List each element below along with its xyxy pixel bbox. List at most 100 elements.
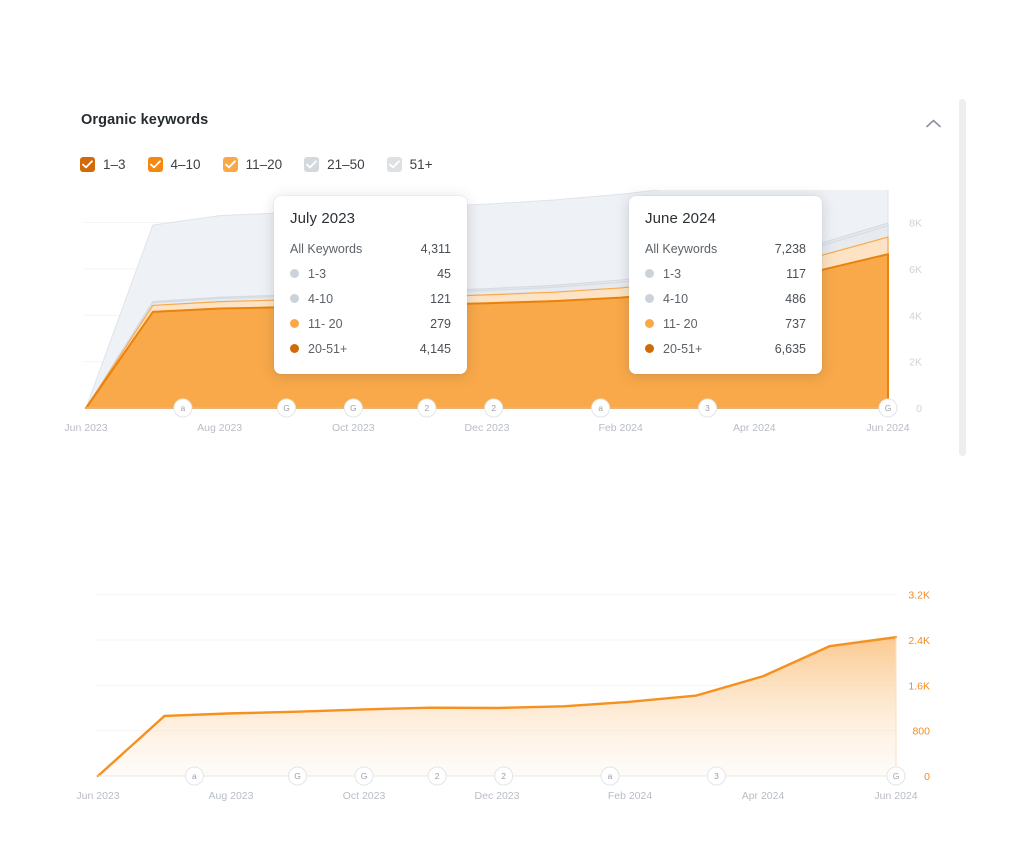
algo-update-marker[interactable]: G <box>343 398 363 418</box>
marker-label: a <box>192 771 197 781</box>
y-tick-label: 0 <box>924 771 930 783</box>
algo-update-marker[interactable]: a <box>591 398 611 418</box>
tooltip-series-value: 117 <box>786 266 806 281</box>
x-tick-label: Apr 2024 <box>742 790 785 802</box>
legend-label: 1–3 <box>103 157 126 172</box>
tooltip-total-value: 4,311 <box>420 241 451 256</box>
marker-label: 2 <box>501 771 506 781</box>
series-color-dot <box>290 269 299 278</box>
tooltip-series-label: 11- 20 <box>663 316 698 331</box>
checkbox-checked-icon <box>222 157 238 172</box>
legend-checkbox-1120[interactable]: 11–20 <box>222 157 282 172</box>
tooltip-series-value: 45 <box>437 266 451 281</box>
tooltip-series-label: 11- 20 <box>308 316 343 331</box>
algo-update-marker[interactable]: G <box>288 766 307 786</box>
series-color-dot <box>645 344 654 353</box>
y-tick-label: 3.2K <box>908 590 930 602</box>
y-tick-label: 4K <box>909 310 922 322</box>
tooltip-title: July 2023 <box>290 210 356 227</box>
algo-update-marker[interactable]: a <box>184 766 204 786</box>
algo-update-marker[interactable]: a <box>600 766 620 786</box>
algo-update-marker[interactable]: G <box>354 766 374 786</box>
collapse-button[interactable] <box>918 110 948 136</box>
algo-update-marker[interactable]: 2 <box>494 766 514 786</box>
marker-label: 3 <box>705 403 710 413</box>
tooltip-total-label: All Keywords <box>290 241 363 256</box>
y-tick-label: 1.6K <box>908 680 930 692</box>
x-tick-label: Feb 2024 <box>598 422 643 434</box>
algo-update-marker[interactable]: G <box>277 398 296 418</box>
tooltip-total-value: 7,238 <box>774 241 806 256</box>
x-tick-label: Dec 2023 <box>475 790 520 802</box>
page-root: Organic keywords 1–3 4–10 11–20 21–50 51+ a G… <box>0 0 1024 863</box>
legend-checkbox-51+[interactable]: 51+ <box>386 157 433 172</box>
marker-label: 2 <box>424 403 429 413</box>
marker-label: a <box>608 771 613 781</box>
legend-label: 51+ <box>409 157 433 172</box>
tooltip-total-label: All Keywords <box>645 241 718 256</box>
legend-checkbox-13[interactable]: 1–3 <box>80 157 126 172</box>
series-color-dot <box>645 294 654 303</box>
y-tick-label: 0 <box>916 403 922 415</box>
organic-traffic-chart[interactable]: a G G 2 2 a 3 G 0 800 1.6K 2.4K 3.2K Jun 2023 Aug 2023… <box>0 558 1024 818</box>
algo-update-marker[interactable]: 3 <box>706 766 726 786</box>
checkbox-checked-icon <box>147 157 163 172</box>
algo-update-marker[interactable]: a <box>173 398 193 418</box>
checkbox-checked-icon <box>304 157 320 172</box>
series-color-dot <box>290 344 299 353</box>
marker-label: G <box>294 771 301 781</box>
x-tick-label: Dec 2023 <box>465 422 510 434</box>
vertical-scrollbar[interactable] <box>959 99 966 456</box>
tooltip-rows: 1-3 117 4-10 486 11- 20 737 20-51+ 6,635 <box>645 261 806 361</box>
tooltip-title: June 2024 <box>645 210 716 227</box>
checkbox-checked-icon <box>80 157 95 172</box>
tooltip-series-row: 20-51+ 6,635 <box>645 336 806 361</box>
x-tick-label: Jun 2024 <box>874 790 917 802</box>
marker-label: 3 <box>714 771 719 781</box>
y-tick-label: 2K <box>909 357 922 369</box>
tooltip-series-label: 1-3 <box>663 266 682 281</box>
series-color-dot <box>290 319 299 328</box>
tooltip-series-label: 20-51+ <box>308 341 348 356</box>
legend-label: 21–50 <box>327 157 365 172</box>
x-tick-label: Oct 2023 <box>332 422 375 434</box>
organic-traffic-card: Organic Traffic Avg. organic traffic aGG… <box>0 488 1024 848</box>
legend-checkbox-410[interactable]: 4–10 <box>147 157 201 172</box>
chevron-up-icon <box>925 119 941 127</box>
tooltip-june-2024: June 2024 All Keywords 7,238 1-3 117 4-10 4… <box>629 196 822 374</box>
algo-update-marker[interactable]: G <box>878 398 898 418</box>
tooltip-series-row: 11- 20 279 <box>290 311 451 336</box>
tooltip-july-2023: July 2023 All Keywords 4,311 1-3 45 4-10 12… <box>274 196 467 374</box>
marker-label: a <box>598 403 603 413</box>
marker-label: 2 <box>435 771 440 781</box>
tooltip-series-row: 1-3 45 <box>290 261 451 286</box>
tooltip-series-value: 737 <box>785 316 806 331</box>
tooltip-total-row: All Keywords 7,238 <box>645 236 806 261</box>
keyword-position-legend: 1–3 4–10 11–20 21–50 51+ <box>80 157 455 172</box>
y-tick-label: 8K <box>909 218 922 230</box>
marker-label: a <box>181 403 186 413</box>
x-tick-label: Jun 2023 <box>64 422 107 434</box>
algo-update-marker[interactable]: G <box>886 766 906 786</box>
checkbox-checked-icon <box>386 157 402 172</box>
tooltip-total-row: All Keywords 4,311 <box>290 236 451 261</box>
series-color-dot <box>645 319 654 328</box>
organic-keywords-card: Organic keywords 1–3 4–10 11–20 21–50 51+ a G… <box>0 0 966 470</box>
traffic-area <box>98 637 896 776</box>
y-tick-label: 2.4K <box>908 635 930 647</box>
x-tick-label: Feb 2024 <box>608 790 653 802</box>
y-tick-label: 800 <box>912 726 930 738</box>
y-tick-label: 6K <box>909 264 922 276</box>
tooltip-series-row: 4-10 121 <box>290 286 451 311</box>
algo-update-marker[interactable]: 2 <box>427 766 447 786</box>
series-color-dot <box>645 269 654 278</box>
tooltip-series-row: 4-10 486 <box>645 286 806 311</box>
x-tick-label: Aug 2023 <box>209 790 254 802</box>
algo-update-marker[interactable]: 2 <box>417 398 437 418</box>
tooltip-series-value: 121 <box>430 291 451 306</box>
legend-checkbox-2150[interactable]: 21–50 <box>304 157 365 172</box>
marker-label: G <box>283 403 290 413</box>
tooltip-series-row: 20-51+ 4,145 <box>290 336 451 361</box>
algo-update-marker[interactable]: 2 <box>484 398 504 418</box>
algo-update-marker[interactable]: 3 <box>698 398 718 418</box>
